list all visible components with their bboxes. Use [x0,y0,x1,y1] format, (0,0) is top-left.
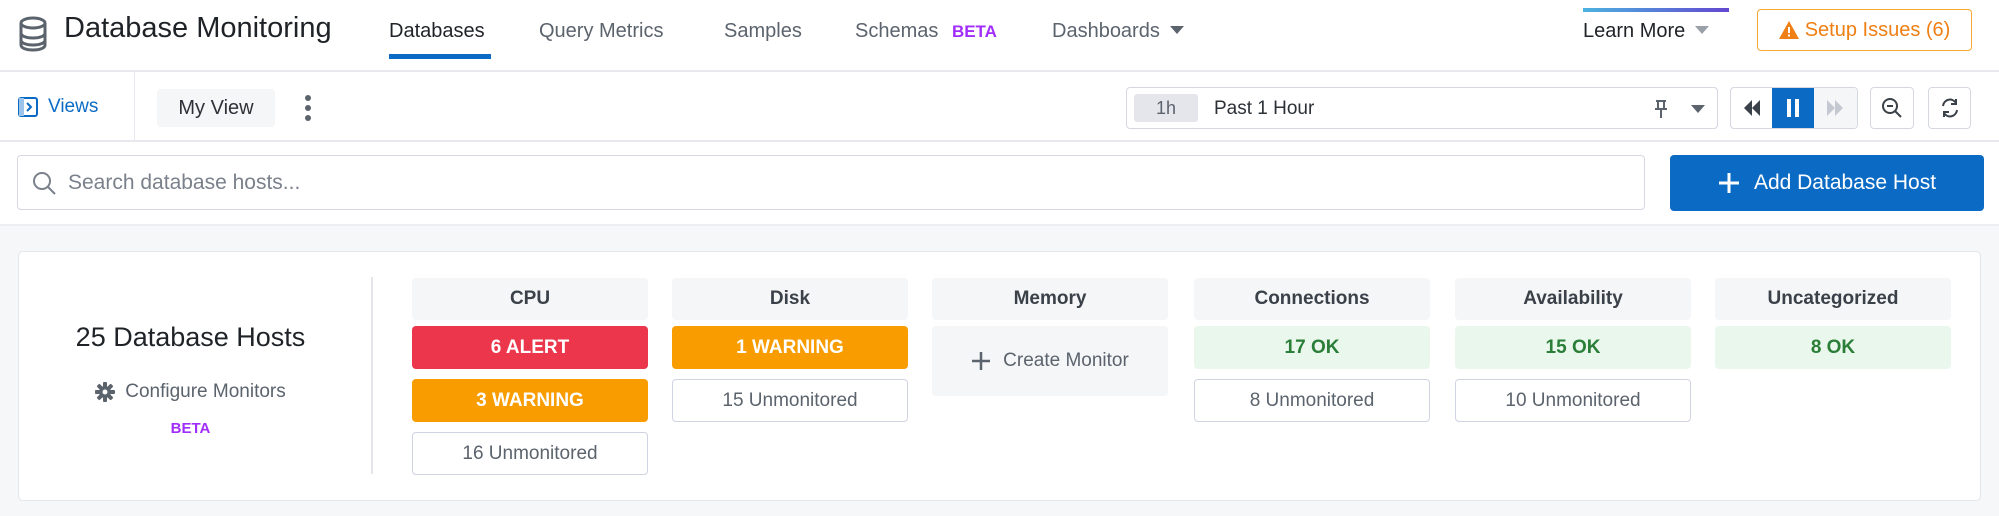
column-header: CPU [412,278,648,320]
create-monitor-label: Create Monitor [1003,350,1129,371]
column-header: Uncategorized [1715,278,1951,320]
monitor-column-uncategorized: Uncategorized 8 OK [1715,278,1951,379]
learn-more-accent [1583,8,1729,12]
create-monitor-button[interactable]: Create Monitor [932,326,1168,396]
status-ok-badge[interactable]: 8 OK [1715,326,1951,369]
monitor-column-memory: Memory Create Monitor [932,278,1168,396]
refresh-button[interactable] [1928,87,1971,129]
learn-more-dropdown[interactable]: Learn More [1583,20,1710,43]
refresh-icon [1941,98,1958,118]
rewind-button[interactable] [1731,88,1772,128]
sidebar-expand-icon [18,97,38,117]
status-unmon-badge[interactable]: 15 Unmonitored [672,379,908,422]
search-icon [33,171,56,195]
status-unmon-badge[interactable]: 16 Unmonitored [412,432,648,475]
search-field[interactable] [17,155,1645,210]
active-tab-indicator [389,54,491,59]
time-picker[interactable]: 1h Past 1 Hour [1126,87,1718,129]
status-unmon-badge[interactable]: 8 Unmonitored [1194,379,1430,422]
status-unmon-badge[interactable]: 10 Unmonitored [1455,379,1691,422]
tab-dashboards-label: Dashboards [1052,20,1160,42]
monitor-column-connections: Connections 17 OK 8 Unmonitored [1194,278,1430,432]
pin-icon[interactable] [1653,99,1669,119]
plus-icon [972,352,991,370]
time-range-chip: 1h [1134,94,1198,122]
fast-forward-icon [1827,100,1844,116]
status-ok-badge[interactable]: 15 OK [1455,326,1691,369]
tab-databases[interactable]: Databases [389,20,485,43]
warning-icon [1778,21,1799,39]
more-options-icon[interactable] [302,94,314,122]
status-alert-badge[interactable]: 6 ALERT [412,326,648,369]
app-title: Database Monitoring [64,12,332,44]
pause-icon [1787,99,1800,117]
setup-issues-label: Setup Issues (6) [1804,18,1951,41]
chevron-down-icon[interactable] [1691,105,1705,113]
chevron-down-icon [1695,26,1710,34]
fast-forward-button[interactable] [1813,88,1857,128]
zoom-out-button[interactable] [1870,87,1914,129]
tab-dashboards[interactable]: Dashboards [1052,20,1184,43]
tab-schemas[interactable]: Schemas BETA [855,20,997,43]
monitor-column-cpu: CPU 6 ALERT 3 WARNING 16 Unmonitored [412,278,648,485]
beta-badge: BETA [170,420,211,437]
setup-issues-button[interactable]: Setup Issues (6) [1757,9,1972,51]
chevron-down-icon [1169,26,1184,34]
search-input[interactable] [68,170,1568,195]
divider [371,277,373,474]
monitor-column-disk: Disk 1 WARNING 15 Unmonitored [672,278,908,432]
zoom-out-icon [1882,98,1902,118]
gear-icon [95,382,116,402]
beta-badge: BETA [951,22,997,41]
tab-schemas-label: Schemas [855,20,939,42]
learn-more-label: Learn More [1583,20,1686,42]
column-header: Availability [1455,278,1691,320]
status-ok-badge[interactable]: 17 OK [1194,326,1430,369]
views-label: Views [48,96,99,117]
status-warn-badge[interactable]: 3 WARNING [412,379,648,422]
column-header: Memory [932,278,1168,320]
database-icon [19,16,47,52]
add-database-host-label: Add Database Host [1753,171,1937,194]
views-toggle[interactable]: Views [18,96,98,118]
add-database-host-button[interactable]: Add Database Host [1670,155,1984,211]
rewind-icon [1743,100,1760,116]
host-count: 25 Database Hosts [75,322,306,352]
tab-samples[interactable]: Samples [724,20,802,43]
monitor-column-availability: Availability 15 OK 10 Unmonitored [1455,278,1691,432]
saved-view-selector[interactable]: My View [157,89,275,127]
pause-button[interactable] [1772,88,1814,128]
status-warn-badge[interactable]: 1 WARNING [672,326,908,369]
configure-monitors-link[interactable]: Configure Monitors [18,381,363,403]
divider [134,72,135,142]
tab-query-metrics[interactable]: Query Metrics [539,20,663,43]
column-header: Connections [1194,278,1430,320]
playback-controls [1730,87,1858,129]
plus-icon [1718,173,1739,193]
configure-monitors-label: Configure Monitors [125,381,286,402]
column-header: Disk [672,278,908,320]
time-range-label: Past 1 Hour [1214,98,1315,119]
